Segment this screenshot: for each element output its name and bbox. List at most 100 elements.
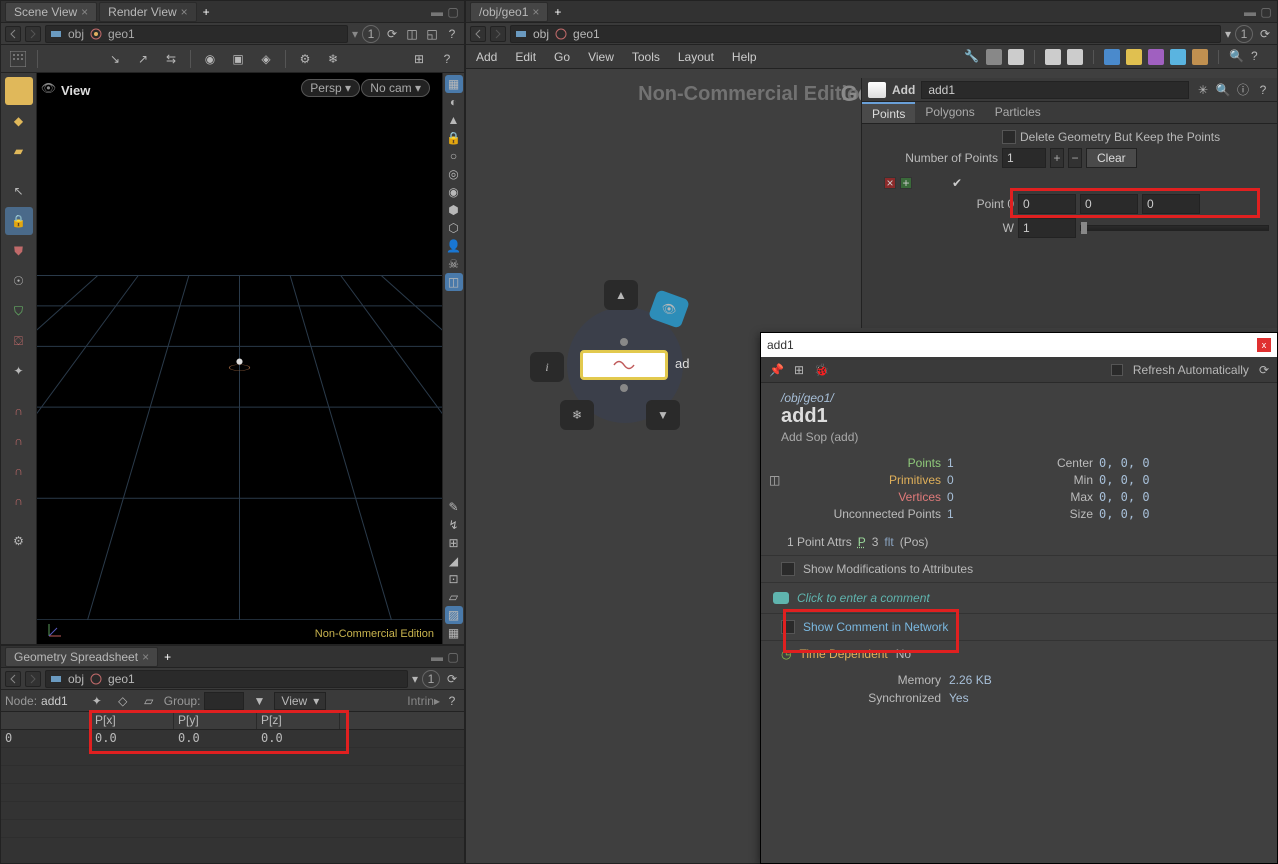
r14-icon[interactable]: ↯ xyxy=(445,516,463,534)
nav-back-button[interactable] xyxy=(5,671,21,687)
minimize-icon[interactable]: ▬ xyxy=(430,650,444,664)
show-mods-checkbox[interactable] xyxy=(781,562,795,576)
r18-icon[interactable]: ▱ xyxy=(445,588,463,606)
chevron-down-icon[interactable]: ▾ xyxy=(412,672,418,686)
lock2-icon[interactable]: 🔒 xyxy=(445,129,463,147)
magnet1-icon[interactable]: ∩ xyxy=(5,397,33,425)
r12-icon[interactable]: ◫ xyxy=(445,273,463,291)
popup-close-button[interactable]: x xyxy=(1257,338,1271,352)
menu-go[interactable]: Go xyxy=(554,50,570,64)
list2-icon[interactable] xyxy=(1008,49,1024,65)
clear-button[interactable]: Clear xyxy=(1086,148,1137,168)
r11-icon[interactable]: ☠ xyxy=(445,255,463,273)
nav-fwd-button[interactable] xyxy=(25,671,41,687)
tab-scene-view[interactable]: Scene View× xyxy=(5,2,97,22)
pin-count[interactable]: 1 xyxy=(422,670,440,688)
magnet2-icon[interactable]: ∩ xyxy=(5,427,33,455)
crumb-geo[interactable]: geo1 xyxy=(108,672,135,686)
point0-x-input[interactable] xyxy=(1018,194,1076,214)
perspective-dropdown[interactable]: Persp ▾ xyxy=(301,79,360,97)
light-icon[interactable]: ◈ xyxy=(255,48,277,70)
node-input[interactable] xyxy=(620,338,628,346)
nav-fwd-button[interactable] xyxy=(490,26,506,42)
r6-icon[interactable]: ◎ xyxy=(445,165,463,183)
c3-icon[interactable] xyxy=(1148,49,1164,65)
axes-icon[interactable]: ✦ xyxy=(5,357,33,385)
r17-icon[interactable]: ⊡ xyxy=(445,570,463,588)
ring-info-button[interactable]: i xyxy=(530,352,564,382)
figure4-icon[interactable]: ⛋ xyxy=(5,327,33,355)
chevron-down-icon[interactable]: ▾ xyxy=(352,27,358,41)
help-icon[interactable]: ? xyxy=(436,48,458,70)
help-icon[interactable]: ? xyxy=(1251,49,1267,65)
minimize-icon[interactable]: ▬ xyxy=(1243,5,1257,19)
new-tab-button[interactable]: + xyxy=(550,5,565,19)
col-py[interactable]: P[y] xyxy=(174,712,257,729)
points-icon[interactable]: ✦ xyxy=(86,690,108,712)
pin-count[interactable]: 1 xyxy=(362,25,380,43)
maximize-icon[interactable]: ▢ xyxy=(446,650,460,664)
camera-dropdown[interactable]: No cam ▾ xyxy=(361,79,430,97)
prim-diamond-icon[interactable]: ◆ xyxy=(5,107,33,135)
r10-icon[interactable]: 👤 xyxy=(445,237,463,255)
new-window-icon[interactable]: ⊞ xyxy=(794,363,804,377)
menu-add[interactable]: Add xyxy=(476,50,497,64)
figure2-icon[interactable]: ☉ xyxy=(5,267,33,295)
sync-icon[interactable]: ⟳ xyxy=(384,26,400,42)
lock-icon[interactable]: 🔒 xyxy=(5,207,33,235)
nav-back-button[interactable] xyxy=(5,26,21,42)
npoints-input[interactable] xyxy=(1002,148,1046,168)
ring-up-button[interactable]: ▲ xyxy=(604,280,638,310)
pin-count[interactable]: 1 xyxy=(1235,25,1253,43)
r5-icon[interactable]: ○ xyxy=(445,147,463,165)
bug-icon[interactable]: 🐞 xyxy=(814,363,829,377)
breadcrumb[interactable]: obj geo1 xyxy=(45,25,348,43)
node-output[interactable] xyxy=(620,384,628,392)
crumb-obj[interactable]: obj xyxy=(533,27,549,41)
search-icon[interactable]: 🔍 xyxy=(1229,49,1245,65)
remove-point-button[interactable]: × xyxy=(884,177,896,189)
figure3-icon[interactable]: ⛉ xyxy=(5,297,33,325)
r2-icon[interactable]: ◐ xyxy=(445,93,463,111)
close-icon[interactable]: × xyxy=(81,5,88,19)
add-point-button[interactable]: + xyxy=(900,177,912,189)
r13-icon[interactable]: ✎ xyxy=(445,498,463,516)
prim-box2-icon[interactable]: ▰ xyxy=(5,137,33,165)
magnet4-icon[interactable]: ∩ xyxy=(5,487,33,515)
npoints-plus[interactable]: + xyxy=(1050,148,1064,168)
menu-view[interactable]: View xyxy=(588,50,614,64)
gear-icon[interactable]: ⚙ xyxy=(294,48,316,70)
menu-layout[interactable]: Layout xyxy=(678,50,714,64)
tab-render-view[interactable]: Render View× xyxy=(99,2,197,22)
npoints-minus[interactable]: − xyxy=(1068,148,1082,168)
filter-icon[interactable]: ▼ xyxy=(248,690,270,712)
close-icon[interactable]: × xyxy=(142,650,149,664)
tab-particles[interactable]: Particles xyxy=(985,102,1051,123)
c2-icon[interactable] xyxy=(1126,49,1142,65)
c1-icon[interactable] xyxy=(1104,49,1120,65)
close-icon[interactable]: × xyxy=(181,5,188,19)
help-icon[interactable]: ? xyxy=(1255,82,1271,98)
chevron-down-icon[interactable]: ▾ xyxy=(1225,27,1231,41)
table-row[interactable]: 0 0.0 0.0 0.0 xyxy=(1,730,464,748)
col-px[interactable]: P[x] xyxy=(91,712,174,729)
refresh-checkbox[interactable] xyxy=(1111,364,1123,376)
w-slider[interactable] xyxy=(1080,225,1269,231)
figure1-icon[interactable]: ⛊ xyxy=(5,237,33,265)
breadcrumb[interactable]: obj geo1 xyxy=(45,670,408,688)
c4-icon[interactable] xyxy=(1170,49,1186,65)
tab-points[interactable]: Points xyxy=(862,102,915,123)
tab-objgeo[interactable]: /obj/geo1× xyxy=(470,2,548,22)
viewport[interactable]: ◆ ▰ ↖ 🔒 ⛊ ☉ ⛉ ⛋ ✦ ∩ ∩ ∩ ∩ ⚙ xyxy=(1,73,464,644)
tab-geometry-spreadsheet[interactable]: Geometry Spreadsheet× xyxy=(5,647,158,667)
ring-template-button[interactable]: ▼ xyxy=(646,400,680,430)
crumb-geo[interactable]: geo1 xyxy=(573,27,600,41)
point0-z-input[interactable] xyxy=(1142,194,1200,214)
agent-icon[interactable]: ◉ xyxy=(199,48,221,70)
group-input[interactable] xyxy=(204,692,244,710)
arrow3-icon[interactable]: ⇆ xyxy=(160,48,182,70)
new-tab-button[interactable]: + xyxy=(160,650,175,664)
minimize-icon[interactable]: ▬ xyxy=(430,5,444,19)
magnet3-icon[interactable]: ∩ xyxy=(5,457,33,485)
gear-cog-icon[interactable]: ⚙ xyxy=(5,527,33,555)
